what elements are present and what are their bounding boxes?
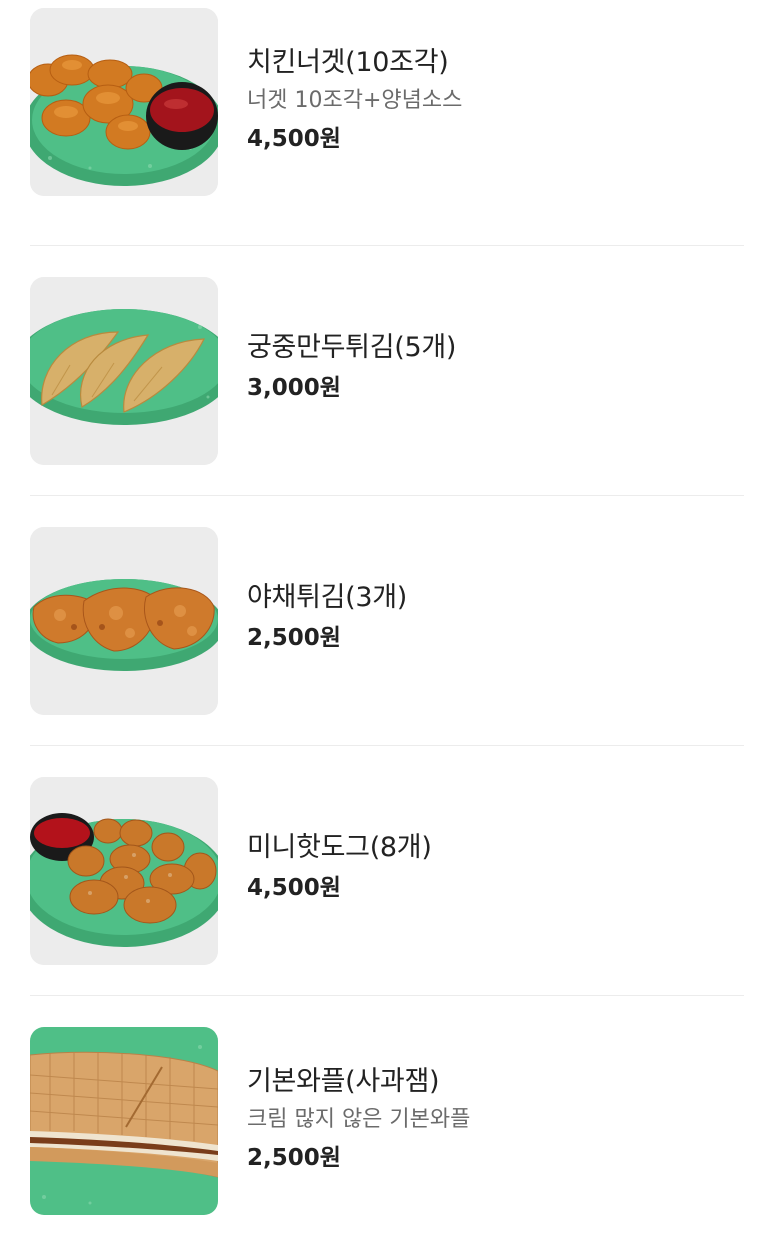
vegetable-fritter-image	[30, 527, 218, 715]
menu-item-waffle[interactable]: 기본와플(사과잼) 크림 많지 않은 기본와플 2,500원	[0, 1000, 773, 1250]
menu-item-name: 치킨너겟(10조각)	[247, 47, 449, 78]
menu-list: 치킨너겟(10조각) 너겟 10조각+양념소스 4,500원 궁중만두튀김(5개…	[0, 0, 773, 1239]
menu-item-price: 3,000원	[247, 375, 341, 401]
menu-item-fried-dumpling[interactable]: 궁중만두튀김(5개) 3,000원	[0, 250, 773, 500]
mini-hotdog-info: 미니핫도그(8개) 4,500원	[247, 831, 432, 903]
menu-item-price: 4,500원	[247, 875, 341, 901]
menu-item-mini-hotdog[interactable]: 미니핫도그(8개) 4,500원	[0, 750, 773, 1000]
divider	[30, 745, 744, 746]
chicken-nugget-image	[30, 8, 218, 196]
menu-item-price: 4,500원	[247, 126, 341, 152]
vegetable-fritter-info: 야채튀김(3개) 2,500원	[247, 581, 407, 653]
menu-item-description: 너겟 10조각+양념소스	[247, 88, 463, 113]
divider	[30, 245, 744, 246]
menu-item-description: 크림 많지 않은 기본와플	[247, 1107, 471, 1132]
menu-item-name: 기본와플(사과잼)	[247, 1066, 440, 1097]
divider	[30, 495, 744, 496]
menu-item-price: 2,500원	[247, 1145, 341, 1171]
fried-dumpling-info: 궁중만두튀김(5개) 3,000원	[247, 331, 456, 403]
menu-item-price: 2,500원	[247, 625, 341, 651]
mini-hotdog-image	[30, 777, 218, 965]
waffle-image	[30, 1027, 218, 1215]
fried-dumpling-image	[30, 277, 218, 465]
divider	[30, 995, 744, 996]
waffle-info: 기본와플(사과잼) 크림 많지 않은 기본와플 2,500원	[247, 1065, 470, 1173]
menu-item-name: 미니핫도그(8개)	[247, 832, 432, 863]
menu-item-name: 궁중만두튀김(5개)	[247, 332, 457, 363]
menu-item-vegetable-fritter[interactable]: 야채튀김(3개) 2,500원	[0, 500, 773, 750]
chicken-nugget-info: 치킨너겟(10조각) 너겟 10조각+양념소스 4,500원	[247, 46, 462, 154]
menu-item-name: 야채튀김(3개)	[247, 582, 408, 613]
menu-item-chicken-nugget[interactable]: 치킨너겟(10조각) 너겟 10조각+양념소스 4,500원	[0, 0, 773, 250]
